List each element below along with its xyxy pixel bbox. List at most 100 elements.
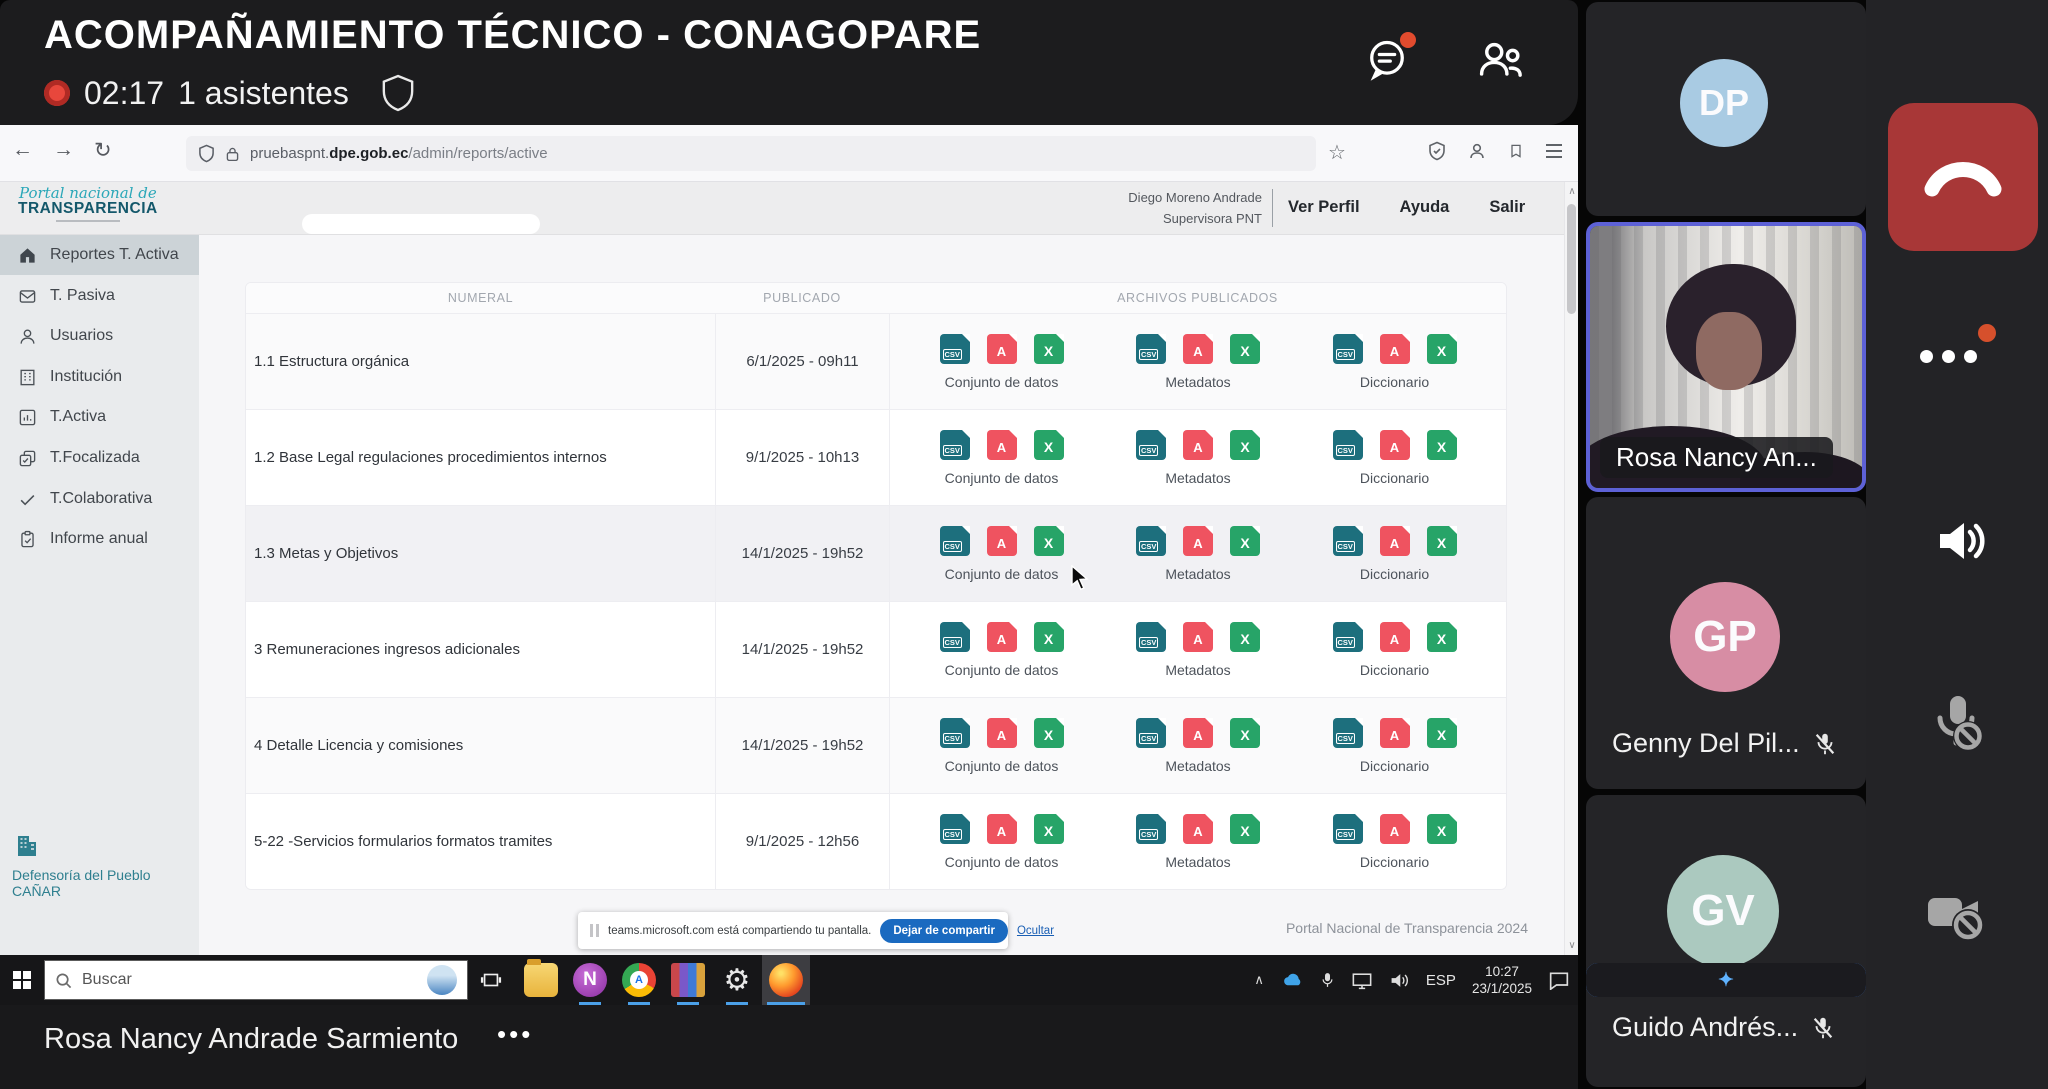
sidebar-item-informe-anual[interactable]: Informe anual: [0, 519, 199, 559]
xls-file-icon[interactable]: X: [1427, 526, 1457, 556]
camera-off-icon[interactable]: [1920, 878, 1990, 948]
xls-file-icon[interactable]: X: [1427, 814, 1457, 844]
page-scrollbar[interactable]: ∧ ∨: [1564, 182, 1578, 955]
participants-icon[interactable]: [1474, 36, 1526, 82]
settings-icon[interactable]: ⚙: [720, 963, 754, 997]
microphone-tray-icon[interactable]: [1320, 970, 1335, 990]
xls-file-icon[interactable]: X: [1427, 334, 1457, 364]
sidebar-item-t-activa[interactable]: T.Activa: [0, 397, 199, 437]
csv-file-icon[interactable]: CSV: [1136, 526, 1166, 556]
xls-file-icon[interactable]: X: [1034, 718, 1064, 748]
lock-icon[interactable]: [224, 145, 241, 163]
csv-file-icon[interactable]: CSV: [940, 334, 970, 364]
menu-salir[interactable]: Salir: [1489, 198, 1525, 217]
more-options-icon[interactable]: [1920, 350, 1977, 363]
csv-file-icon[interactable]: CSV: [940, 622, 970, 652]
csv-file-icon[interactable]: CSV: [940, 430, 970, 460]
xls-file-icon[interactable]: X: [1230, 622, 1260, 652]
action-center-icon[interactable]: [1548, 970, 1570, 990]
xls-file-icon[interactable]: X: [1230, 526, 1260, 556]
account-icon[interactable]: [1468, 142, 1486, 160]
mic-muted-icon[interactable]: [1924, 690, 1988, 754]
pdf-file-icon[interactable]: A: [987, 526, 1017, 556]
protections-shield-icon[interactable]: [1428, 141, 1446, 161]
csv-file-icon[interactable]: CSV: [1333, 622, 1363, 652]
scroll-up-icon[interactable]: ∧: [1566, 186, 1578, 197]
volume-icon[interactable]: [1389, 971, 1410, 990]
csv-file-icon[interactable]: CSV: [940, 718, 970, 748]
keyboard-language[interactable]: ESP: [1426, 972, 1456, 989]
stop-sharing-button[interactable]: Dejar de compartir: [880, 919, 1008, 943]
chrome-icon[interactable]: A: [622, 963, 656, 997]
pdf-file-icon[interactable]: A: [1183, 526, 1213, 556]
pdf-file-icon[interactable]: A: [1183, 334, 1213, 364]
chat-icon[interactable]: [1362, 36, 1412, 84]
xls-file-icon[interactable]: X: [1230, 814, 1260, 844]
presenter-more-icon[interactable]: •••: [497, 1019, 533, 1050]
task-view-icon[interactable]: [468, 969, 514, 991]
start-button[interactable]: [0, 971, 44, 989]
menu-ayuda[interactable]: Ayuda: [1400, 198, 1450, 217]
csv-file-icon[interactable]: CSV: [1136, 430, 1166, 460]
xls-file-icon[interactable]: X: [1034, 622, 1064, 652]
participant-tile-gp[interactable]: GP Genny Del Pil...: [1586, 497, 1866, 789]
library-icon[interactable]: [1508, 142, 1524, 160]
csv-file-icon[interactable]: CSV: [1136, 718, 1166, 748]
pdf-file-icon[interactable]: A: [1380, 526, 1410, 556]
xls-file-icon[interactable]: X: [1034, 334, 1064, 364]
csv-file-icon[interactable]: CSV: [940, 526, 970, 556]
csv-file-icon[interactable]: CSV: [1333, 718, 1363, 748]
winrar-icon[interactable]: [671, 963, 705, 997]
menu-icon[interactable]: [1546, 144, 1562, 158]
sidebar-item-t-pasiva[interactable]: T. Pasiva: [0, 276, 199, 316]
pdf-file-icon[interactable]: A: [1183, 622, 1213, 652]
xls-file-icon[interactable]: X: [1427, 622, 1457, 652]
pdf-file-icon[interactable]: A: [1183, 814, 1213, 844]
browser-profile-icon[interactable]: N: [573, 963, 607, 997]
csv-file-icon[interactable]: CSV: [1333, 526, 1363, 556]
weather-widget-icon[interactable]: [427, 965, 457, 995]
xls-file-icon[interactable]: X: [1034, 526, 1064, 556]
back-icon[interactable]: ←: [12, 138, 33, 163]
xls-file-icon[interactable]: X: [1034, 430, 1064, 460]
pdf-file-icon[interactable]: A: [987, 622, 1017, 652]
firefox-icon[interactable]: [769, 963, 803, 997]
tray-expand-icon[interactable]: ∧: [1254, 972, 1264, 988]
csv-file-icon[interactable]: CSV: [940, 814, 970, 844]
xls-file-icon[interactable]: X: [1230, 334, 1260, 364]
clock[interactable]: 10:27 23/1/2025: [1472, 963, 1532, 997]
pdf-file-icon[interactable]: A: [987, 334, 1017, 364]
scrollbar-thumb[interactable]: [1567, 204, 1576, 314]
pdf-file-icon[interactable]: A: [1380, 718, 1410, 748]
csv-file-icon[interactable]: CSV: [1136, 334, 1166, 364]
csv-file-icon[interactable]: CSV: [1333, 814, 1363, 844]
sidebar-item-reportes-t-activa[interactable]: Reportes T. Activa: [0, 235, 199, 275]
sidebar-item-institucion[interactable]: Institución: [0, 357, 199, 397]
csv-file-icon[interactable]: CSV: [1333, 430, 1363, 460]
sidebar-item-usuarios[interactable]: Usuarios: [0, 316, 199, 356]
taskbar-search-input[interactable]: Buscar: [44, 960, 468, 1000]
xls-file-icon[interactable]: X: [1230, 430, 1260, 460]
pdf-file-icon[interactable]: A: [987, 718, 1017, 748]
sidebar-item-t-focalizada[interactable]: T.Focalizada: [0, 438, 199, 478]
participant-tile-gv[interactable]: GV Guido Andrés...: [1586, 795, 1866, 1087]
scroll-down-icon[interactable]: ∨: [1566, 940, 1578, 951]
csv-file-icon[interactable]: CSV: [1136, 814, 1166, 844]
xls-file-icon[interactable]: X: [1427, 718, 1457, 748]
csv-file-icon[interactable]: CSV: [1136, 622, 1166, 652]
speaker-icon[interactable]: [1932, 510, 1994, 572]
bookmark-star-icon[interactable]: ☆: [1328, 140, 1346, 165]
xls-file-icon[interactable]: X: [1034, 814, 1064, 844]
onedrive-cloud-icon[interactable]: [1280, 971, 1304, 989]
hide-share-bar-link[interactable]: Ocultar: [1017, 925, 1054, 937]
file-explorer-icon[interactable]: [524, 963, 558, 997]
menu-ver-perfil[interactable]: Ver Perfil: [1288, 198, 1360, 217]
pdf-file-icon[interactable]: A: [1380, 334, 1410, 364]
reload-icon[interactable]: ↻: [94, 138, 112, 163]
pdf-file-icon[interactable]: A: [987, 814, 1017, 844]
url-bar[interactable]: pruebaspnt.dpe.gob.ec/admin/reports/acti…: [186, 136, 1316, 171]
pdf-file-icon[interactable]: A: [1183, 430, 1213, 460]
network-icon[interactable]: [1351, 971, 1373, 990]
media-icon[interactable]: ✦: [1586, 963, 1866, 997]
csv-file-icon[interactable]: CSV: [1333, 334, 1363, 364]
